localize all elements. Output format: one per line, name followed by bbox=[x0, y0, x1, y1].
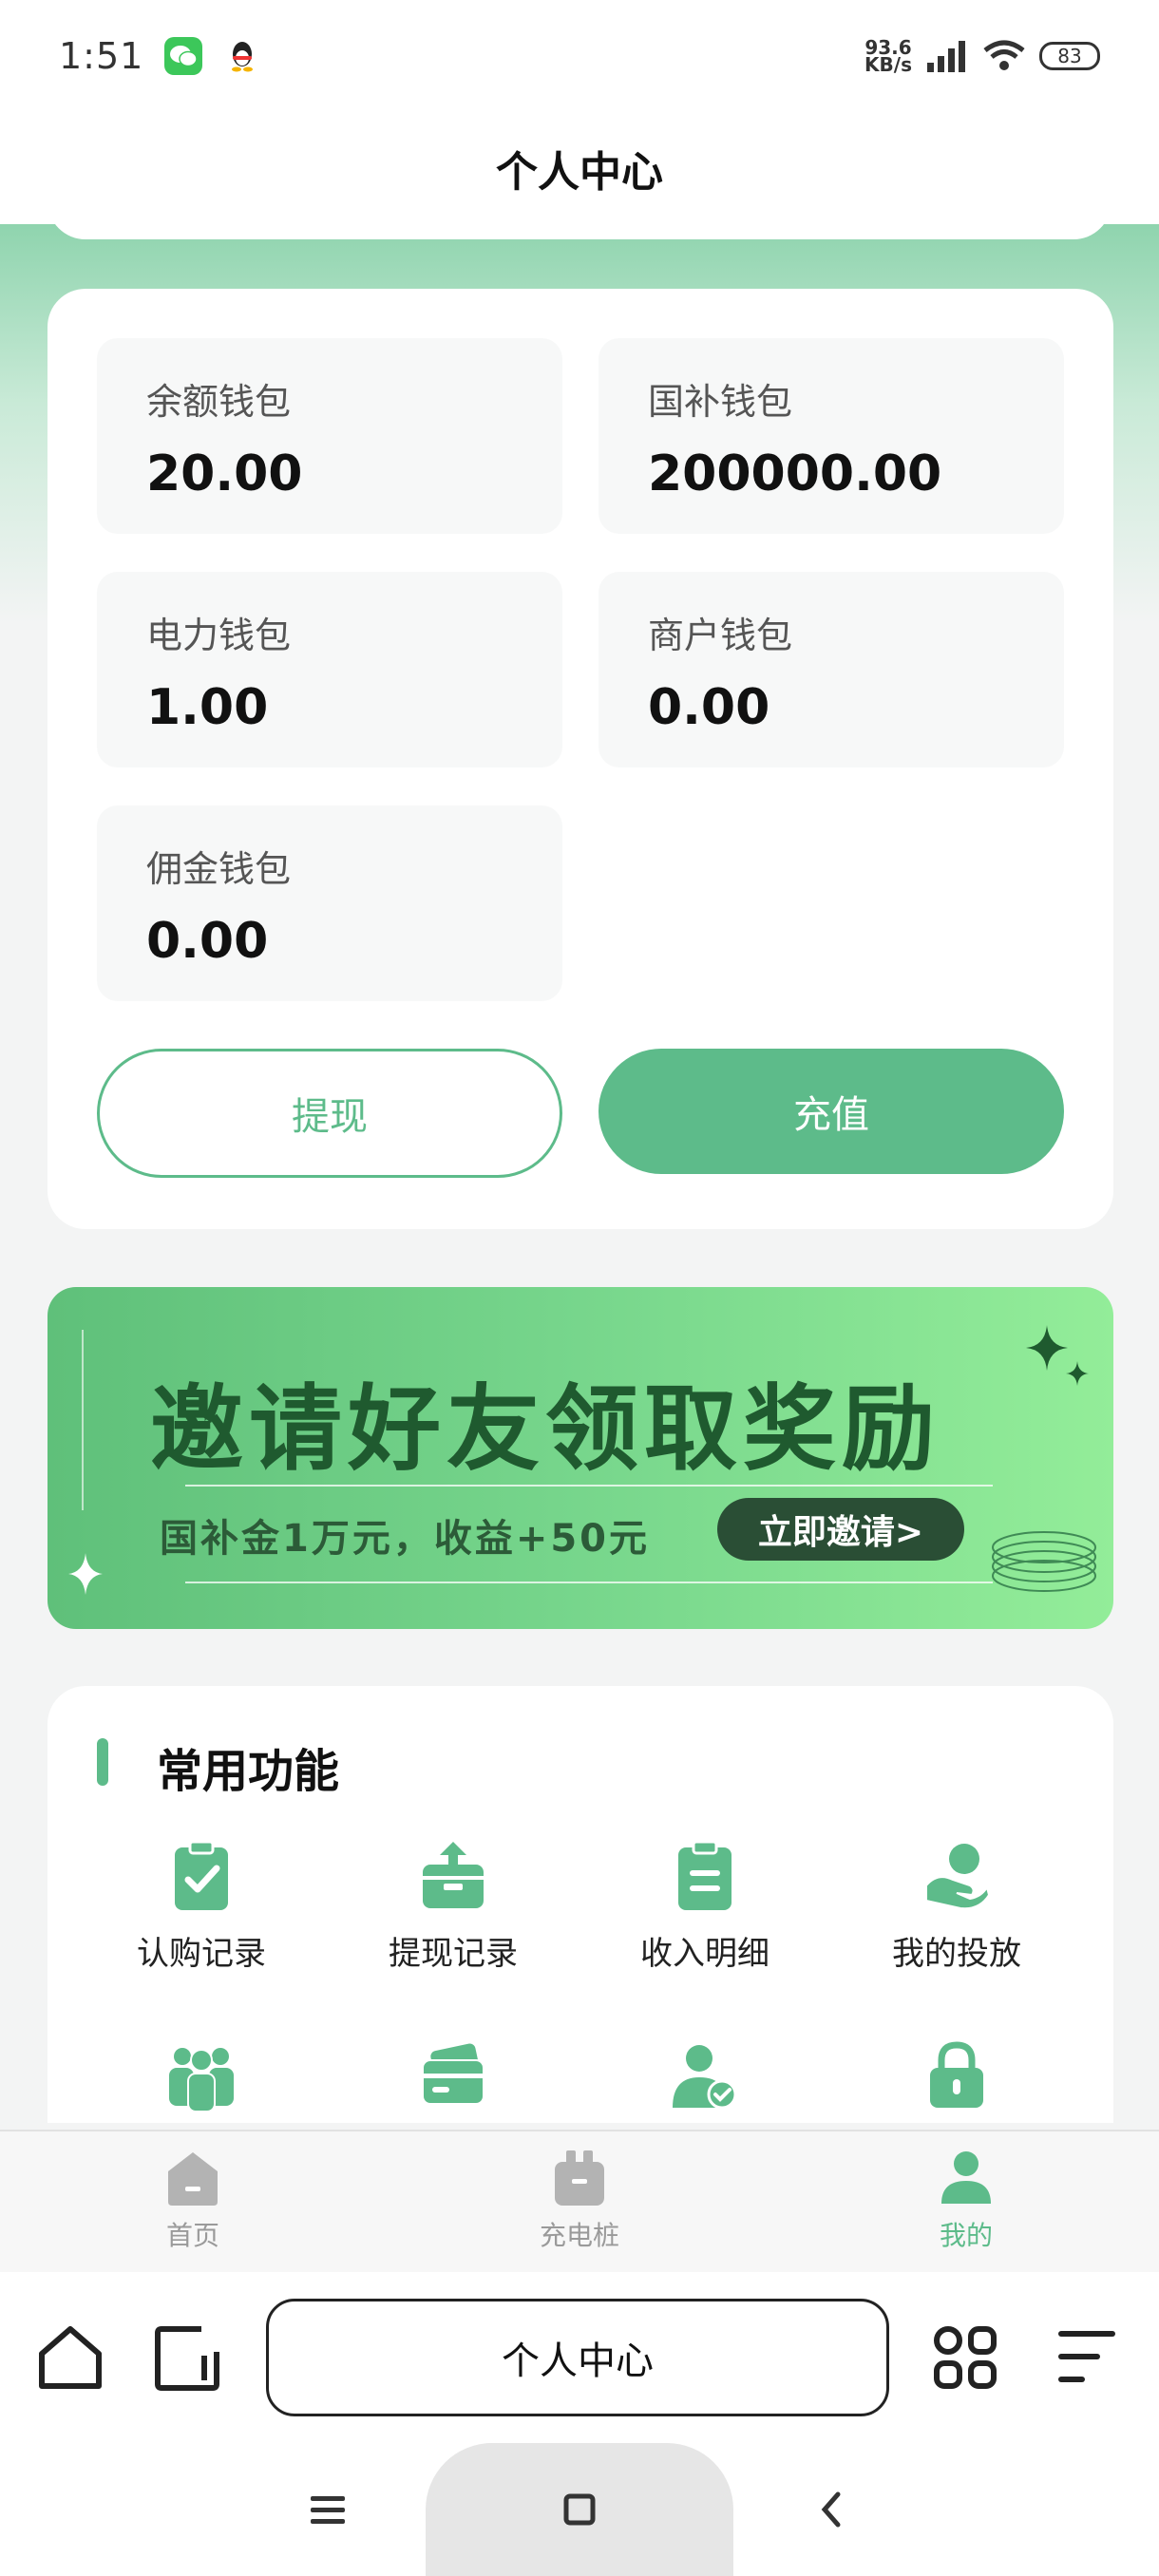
wifi-icon bbox=[983, 40, 1025, 70]
withdraw-box-icon bbox=[423, 1842, 484, 1908]
charger-icon bbox=[555, 2150, 604, 2206]
wallet-commission[interactable]: 佣金钱包 0.00 bbox=[97, 805, 562, 1001]
invite-now-button[interactable]: 立即邀请> bbox=[717, 1498, 964, 1561]
wallet-balance[interactable]: 余额钱包 20.00 bbox=[97, 338, 562, 534]
sparkle-icon bbox=[1026, 1325, 1089, 1386]
wallet-label: 佣金钱包 bbox=[146, 848, 292, 890]
wallet-label: 电力钱包 bbox=[146, 615, 292, 656]
tab-label: 首页 bbox=[165, 2220, 219, 2251]
func-label: 我的投放 bbox=[892, 1935, 1021, 1973]
battery-level: 83 bbox=[1057, 45, 1082, 67]
func-item-withdraw-records[interactable]: 提现记录 bbox=[339, 1838, 567, 1974]
tab-label: 充电桩 bbox=[539, 2220, 619, 2251]
address-bar[interactable]: 个人中心 bbox=[266, 2299, 889, 2416]
clipboard-check-icon bbox=[175, 1840, 228, 1910]
func-item-my-placements[interactable]: 我的投放 bbox=[843, 1838, 1071, 1974]
common-functions-card: 常用功能 认购记录 提现记录 收入明细 我的投放 bbox=[48, 1686, 1113, 2123]
func-label: 提现记录 bbox=[389, 1935, 518, 1973]
wallet-label: 余额钱包 bbox=[146, 381, 292, 423]
status-time: 1:51 bbox=[59, 35, 144, 77]
page-title: 个人中心 bbox=[496, 148, 663, 197]
wallet-label: 国补钱包 bbox=[648, 381, 793, 423]
apps-grid-icon[interactable] bbox=[929, 2321, 1001, 2394]
tab-home[interactable]: 首页 bbox=[88, 2147, 297, 2253]
home-icon bbox=[168, 2152, 218, 2206]
qq-icon bbox=[223, 37, 262, 75]
wallet-label: 商户钱包 bbox=[648, 615, 793, 656]
nav-home-icon[interactable] bbox=[551, 2481, 608, 2538]
user-verified-icon bbox=[673, 2045, 737, 2110]
wallet-value: 20.00 bbox=[146, 445, 303, 502]
section-accent-bar bbox=[97, 1738, 108, 1786]
banner-decor-line bbox=[82, 1330, 84, 1510]
wallet-merchant[interactable]: 商户钱包 0.00 bbox=[598, 572, 1064, 767]
wallet-value: 1.00 bbox=[146, 679, 269, 736]
invite-banner[interactable]: 邀请好友领取奖励 国补金1万元，收益+50元 立即邀请> bbox=[48, 1287, 1113, 1629]
func-item-card[interactable] bbox=[339, 2037, 567, 2113]
tab-charger[interactable]: 充电桩 bbox=[475, 2147, 684, 2253]
page-header: 个人中心 bbox=[0, 112, 1159, 224]
system-nav-bar bbox=[0, 2443, 1159, 2576]
browser-toolbar: 个人中心 bbox=[0, 2272, 1159, 2443]
banner-divider bbox=[185, 1485, 993, 1487]
wallet-value: 0.00 bbox=[146, 913, 269, 970]
func-item-verified[interactable] bbox=[591, 2037, 819, 2113]
wallet-card: 余额钱包 20.00 国补钱包 200000.00 电力钱包 1.00 商户钱包… bbox=[48, 289, 1113, 1229]
sparkle-icon bbox=[68, 1553, 103, 1595]
tabs-icon[interactable] bbox=[152, 2321, 224, 2394]
signal-icon bbox=[927, 41, 965, 72]
wechat-icon bbox=[164, 37, 203, 75]
func-item-team[interactable] bbox=[87, 2037, 315, 2113]
team-icon bbox=[169, 2048, 234, 2112]
func-item-security[interactable] bbox=[843, 2037, 1071, 2113]
tab-label: 我的 bbox=[939, 2220, 993, 2251]
withdraw-button[interactable]: 提现 bbox=[97, 1049, 562, 1178]
clipboard-list-icon bbox=[678, 1840, 732, 1910]
tab-mine[interactable]: 我的 bbox=[862, 2147, 1071, 2253]
lock-icon bbox=[930, 2041, 983, 2108]
battery-icon: 83 bbox=[1039, 42, 1100, 70]
rings-decor-icon bbox=[992, 1531, 1096, 1592]
back-icon[interactable] bbox=[804, 2481, 861, 2538]
banner-divider bbox=[185, 1582, 993, 1583]
browser-home-icon[interactable] bbox=[34, 2321, 106, 2394]
hand-coin-icon bbox=[925, 1844, 991, 1910]
wallet-value: 200000.00 bbox=[648, 445, 942, 502]
address-bar-text: 个人中心 bbox=[502, 2339, 654, 2383]
section-title: 常用功能 bbox=[157, 1745, 340, 1798]
banner-title: 邀请好友领取奖励 bbox=[150, 1375, 941, 1484]
func-item-income-details[interactable]: 收入明细 bbox=[591, 1838, 819, 1974]
status-bar: 1:51 93.6 KB/s 83 bbox=[0, 0, 1159, 112]
recent-apps-icon[interactable] bbox=[299, 2481, 356, 2538]
wallet-value: 0.00 bbox=[648, 679, 770, 736]
func-item-purchase-records[interactable]: 认购记录 bbox=[87, 1838, 315, 1974]
network-speed-unit: KB/s bbox=[864, 53, 912, 76]
func-label: 认购记录 bbox=[137, 1935, 266, 1973]
card-icon bbox=[422, 2043, 484, 2105]
network-speed: 93.6 KB/s bbox=[864, 38, 912, 76]
banner-subtitle: 国补金1万元，收益+50元 bbox=[160, 1517, 651, 1561]
wallet-subsidy[interactable]: 国补钱包 200000.00 bbox=[598, 338, 1064, 534]
profile-icon bbox=[941, 2151, 991, 2204]
wallet-power[interactable]: 电力钱包 1.00 bbox=[97, 572, 562, 767]
menu-icon[interactable] bbox=[1051, 2321, 1123, 2394]
bottom-tab-bar: 首页 充电桩 我的 bbox=[0, 2130, 1159, 2272]
recharge-button[interactable]: 充值 bbox=[598, 1049, 1064, 1174]
func-label: 收入明细 bbox=[640, 1935, 770, 1973]
